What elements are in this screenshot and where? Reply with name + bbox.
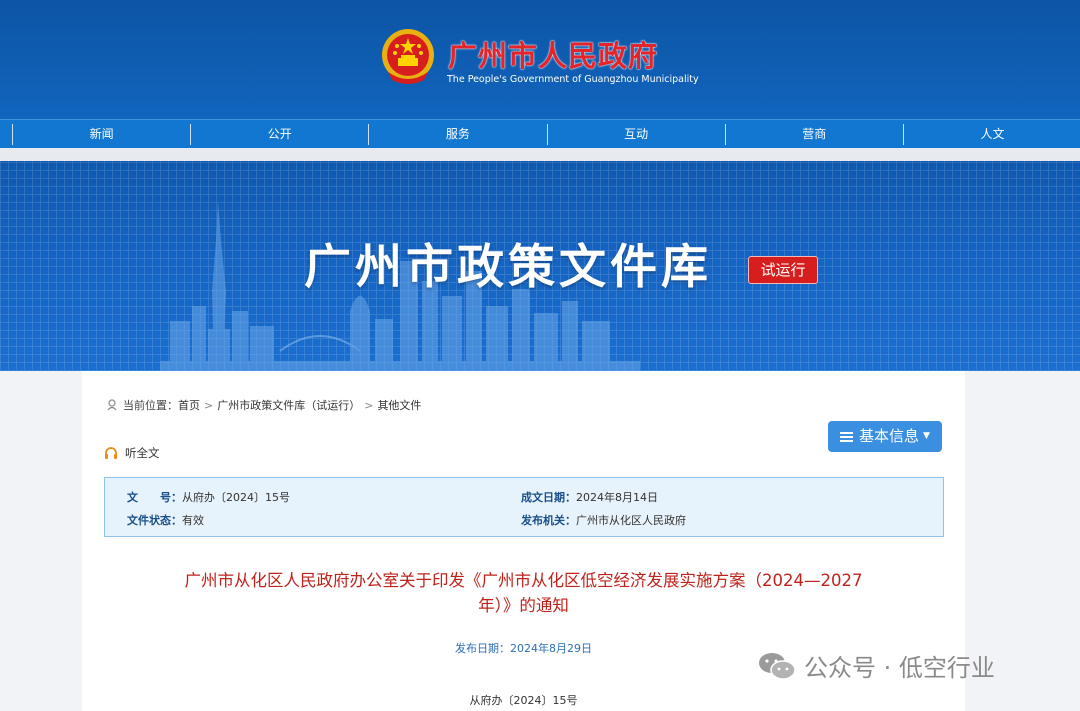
info-doc-number: 文 号：从府办〔2024〕15号 [127, 489, 290, 505]
headphones-icon [105, 447, 117, 459]
listen-label: 听全文 [125, 446, 160, 460]
nav-item-business[interactable]: 营商 [726, 124, 904, 145]
listen-full-text-button[interactable]: 听全文 [104, 445, 160, 461]
info-date: 成文日期：2024年8月14日 [521, 489, 658, 505]
trial-badge: 试运行 [748, 256, 818, 284]
document-info-box: 文 号：从府办〔2024〕15号 文件状态：有效 成文日期：2024年8月14日… [104, 477, 944, 537]
policy-library-banner: 广州市政策文件库 试运行 [0, 161, 1080, 371]
breadcrumb-separator: > [364, 398, 374, 412]
menu-icon [840, 431, 854, 442]
document-title-line1: 广州市从化区人民政府办公室关于印发《广州市从化区低空经济发展实施方案（2024—… [184, 571, 863, 590]
caret-down-icon: ▼ [923, 431, 930, 441]
breadcrumb-home[interactable]: 首页 [178, 397, 200, 413]
info-issuer-label: 发布机关： [521, 514, 576, 527]
nav-item-services[interactable]: 服务 [369, 124, 548, 145]
nav-item-news[interactable]: 新闻 [13, 124, 192, 145]
nav-item-disclosure[interactable]: 公开 [191, 124, 370, 145]
site-title[interactable]: 广州市人民政府 [448, 33, 658, 75]
info-doc-number-label: 文 号： [127, 491, 182, 504]
document-number: 从府办〔2024〕15号 [469, 694, 578, 707]
nav-divider [0, 148, 1080, 161]
watermark-text: 公众号 · 低空行业 [804, 654, 995, 682]
national-emblem-icon [382, 29, 434, 84]
basic-info-label: 基本信息 [859, 427, 920, 445]
document-title: 广州市从化区人民政府办公室关于印发《广州市从化区低空经济发展实施方案（2024—… [142, 568, 905, 618]
breadcrumb-policy-library[interactable]: 广州市政策文件库（试运行） [217, 397, 360, 413]
site-header: 广州市人民政府 The People's Government of Guang… [0, 0, 1080, 119]
wechat-watermark: 公众号 · 低空行业 [758, 648, 995, 683]
info-issuer: 发布机关：广州市从化区人民政府 [521, 512, 686, 528]
info-issuer-value: 广州市从化区人民政府 [576, 514, 686, 527]
info-status: 文件状态：有效 [127, 512, 204, 528]
basic-info-button[interactable]: 基本信息 ▼ [828, 421, 942, 452]
wechat-icon [759, 652, 796, 680]
nav-item-culture[interactable]: 人文 [904, 124, 1080, 145]
document-title-line2: 年）》的通知 [478, 596, 569, 615]
nav-item-interaction[interactable]: 互动 [548, 124, 726, 145]
location-pin-icon [107, 399, 117, 411]
info-status-label: 文件状态： [127, 514, 182, 527]
info-status-value: 有效 [182, 514, 204, 527]
breadcrumb: 当前位置： 首页 > 广州市政策文件库（试运行） > 其他文件 [106, 397, 421, 413]
info-date-label: 成文日期： [521, 491, 576, 504]
site-subtitle: The People's Government of Guangzhou Mun… [447, 74, 699, 85]
info-doc-number-value: 从府办〔2024〕15号 [182, 491, 290, 504]
main-nav: 新闻 公开 服务 互动 营商 人文 [0, 119, 1080, 149]
info-date-value: 2024年8月14日 [576, 491, 658, 504]
breadcrumb-other-files[interactable]: 其他文件 [377, 397, 421, 413]
breadcrumb-prefix: 当前位置： [123, 399, 178, 412]
breadcrumb-separator: > [204, 398, 214, 412]
banner-title: 广州市政策文件库 [304, 240, 712, 295]
